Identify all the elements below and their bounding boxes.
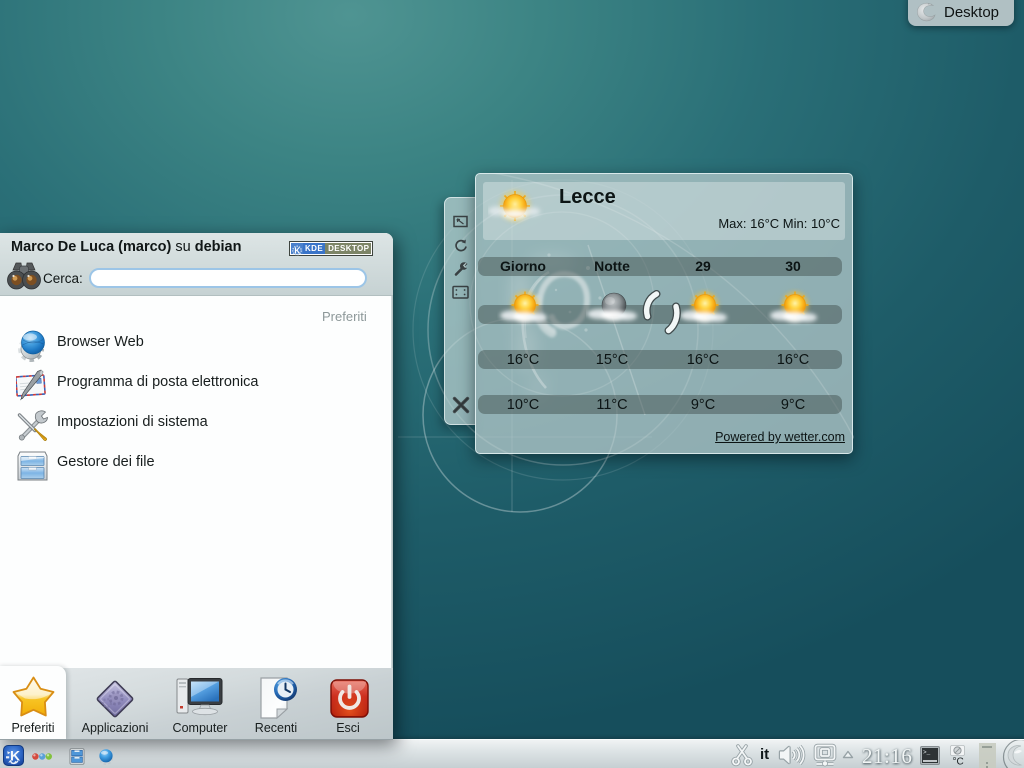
svg-text:°C: °C bbox=[953, 757, 964, 767]
svg-text:K: K bbox=[294, 246, 300, 255]
svg-text:K: K bbox=[10, 748, 20, 764]
svg-text:>_: >_ bbox=[923, 749, 931, 756]
